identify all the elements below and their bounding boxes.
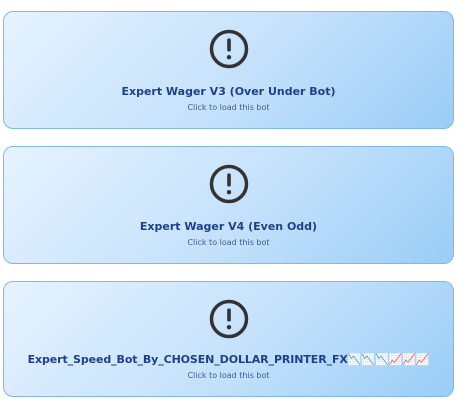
- alert-circle-icon: [209, 164, 249, 204]
- bot-subtitle: Click to load this bot: [187, 238, 270, 247]
- alert-circle-icon: [209, 299, 249, 339]
- alert-circle-icon: [209, 29, 249, 69]
- bot-card-expert-wager-v3[interactable]: Expert Wager V3 (Over Under Bot) Click t…: [3, 11, 454, 129]
- bot-list: Expert Wager V3 (Over Under Bot) Click t…: [0, 0, 474, 403]
- bot-subtitle: Click to load this bot: [187, 103, 270, 112]
- bot-card-expert-wager-v4[interactable]: Expert Wager V4 (Even Odd) Click to load…: [3, 146, 454, 264]
- bot-subtitle: Click to load this bot: [187, 371, 270, 380]
- bot-title: Expert Wager V4 (Even Odd): [139, 220, 318, 233]
- bot-title: Expert Wager V3 (Over Under Bot): [121, 85, 336, 98]
- bot-card-expert-speed-bot[interactable]: Expert_Speed_Bot_By_CHOSEN_DOLLAR_PRINTE…: [3, 281, 454, 397]
- bot-title: Expert_Speed_Bot_By_CHOSEN_DOLLAR_PRINTE…: [27, 353, 430, 366]
